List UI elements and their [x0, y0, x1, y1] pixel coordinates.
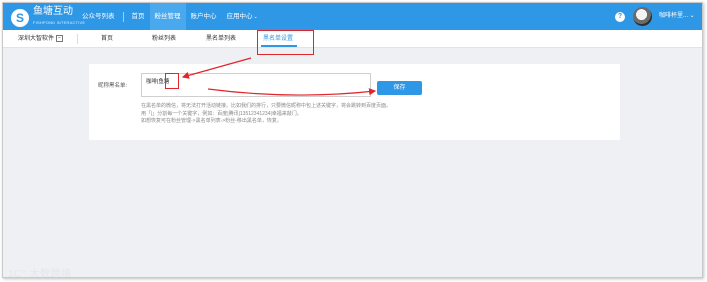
arrow-to-keyword [181, 57, 252, 79]
app-window: S 鱼塘互动 FISHPOND INTERACTIVE 公众号列表 首页 粉丝管… [2, 2, 703, 278]
arrow-to-save [207, 88, 377, 96]
annotation-arrows [181, 57, 377, 96]
